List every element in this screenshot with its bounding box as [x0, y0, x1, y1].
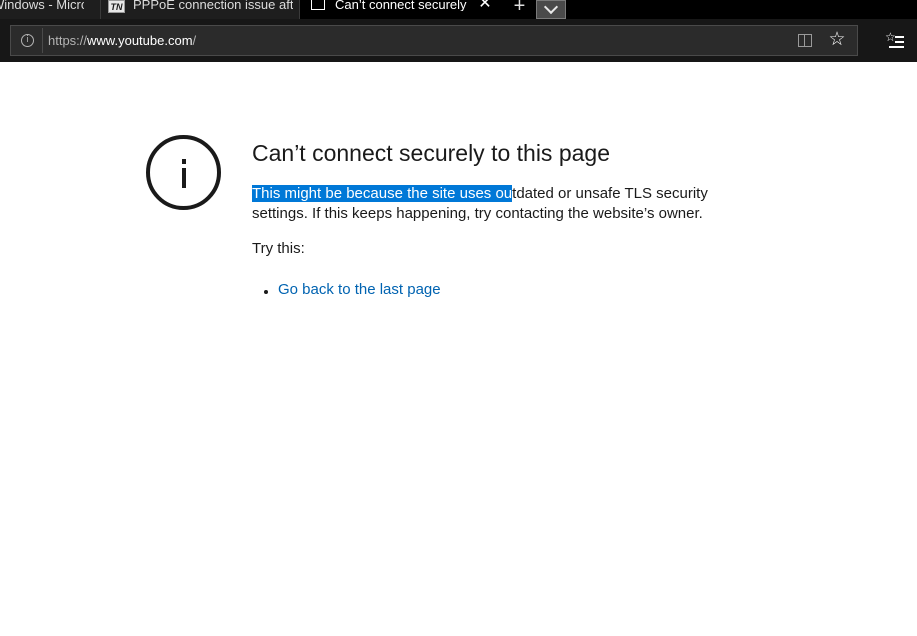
tab-label: PPPoE connection issue afte [133, 0, 293, 11]
try-this-label: Try this: [252, 240, 305, 257]
browser-toolbar: i https://www.youtube.com/ ☆ ☆ [0, 19, 917, 62]
tab-label: Can’t connect securely t [335, 0, 470, 11]
favorite-star-icon[interactable]: ☆ [827, 29, 847, 49]
favorites-hub-icon[interactable]: ☆ [885, 31, 905, 49]
info-icon [146, 135, 221, 210]
tn-favicon-icon: TN [108, 0, 125, 13]
go-back-link[interactable]: Go back to the last page [278, 281, 441, 298]
new-tab-button[interactable]: + [506, 0, 533, 18]
hub-line [895, 41, 904, 43]
info-icon-dot [182, 159, 186, 164]
error-description: This might be because the site uses outd… [252, 184, 722, 224]
page-favicon-icon [311, 0, 325, 10]
hub-line [895, 36, 904, 38]
close-tab-icon[interactable]: ✕ [478, 0, 492, 12]
selected-text: This might be because the site uses ou [252, 185, 513, 202]
url-path: / [192, 33, 197, 48]
tab-windows[interactable]: Windows - Micros [0, 0, 100, 19]
address-divider [42, 28, 43, 53]
chevron-down-icon [543, 0, 559, 15]
bullet-icon [264, 290, 268, 294]
address-bar[interactable]: i https://www.youtube.com/ ☆ [10, 25, 858, 56]
tab-active-error[interactable]: Can’t connect securely t [300, 0, 505, 19]
url-text[interactable]: https://www.youtube.com/ [48, 33, 196, 48]
tab-label: Windows - Micros [0, 0, 84, 11]
tab-preview-button[interactable] [536, 0, 566, 19]
page-title: Can’t connect securely to this page [252, 140, 610, 166]
url-scheme: https:// [48, 33, 88, 48]
hub-line [889, 46, 904, 48]
info-icon-stem [182, 168, 186, 188]
reading-view-icon[interactable] [798, 34, 812, 47]
tab-strip: Windows - Micros PPPoE connection issue … [0, 0, 917, 19]
url-host: www.youtube.com [87, 33, 193, 48]
tab-pppoe[interactable]: PPPoE connection issue afte [101, 0, 299, 19]
site-info-icon[interactable]: i [21, 34, 34, 47]
